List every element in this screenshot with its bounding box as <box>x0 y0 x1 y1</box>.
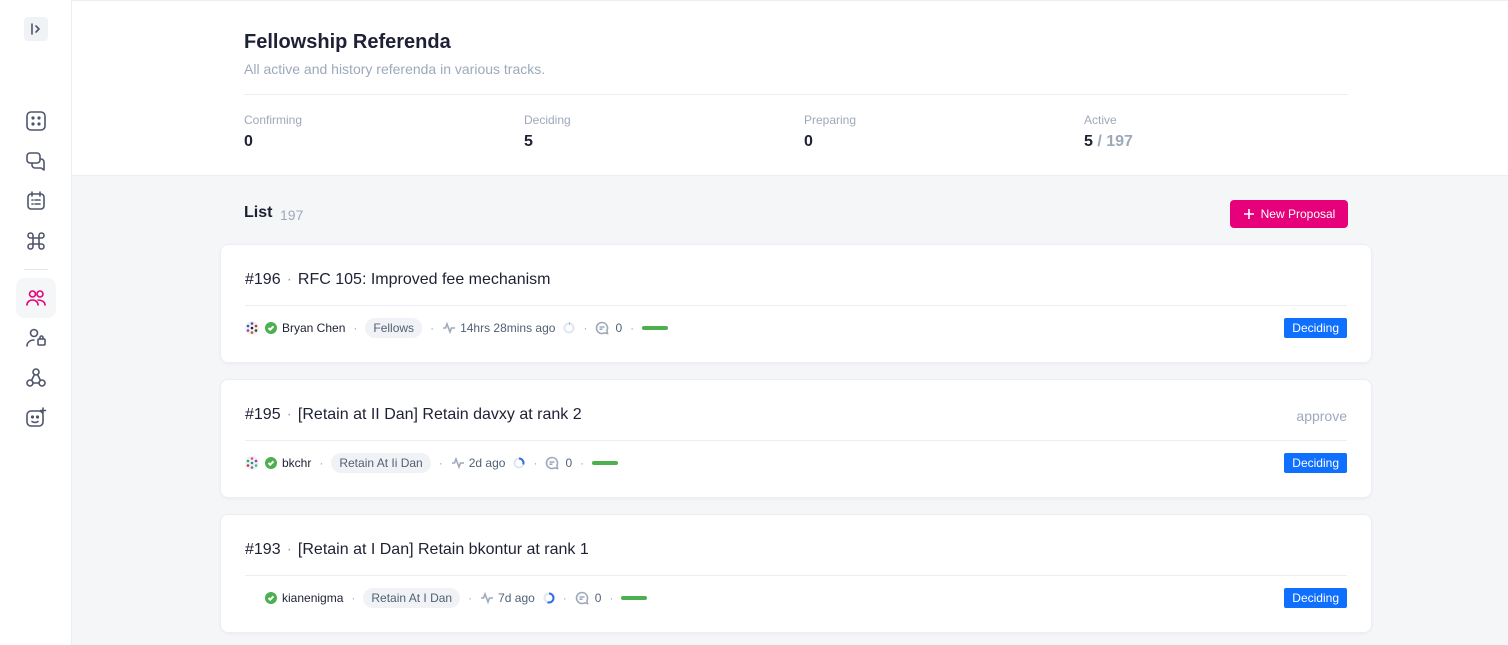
network-icon[interactable] <box>16 358 56 398</box>
stat-label: Active <box>1084 113 1117 127</box>
new-proposal-button[interactable]: New Proposal <box>1230 200 1348 228</box>
list-title: List <box>244 204 273 221</box>
track-tag[interactable]: Fellows <box>365 318 423 338</box>
status-badge: Deciding <box>1284 318 1347 338</box>
avatar[interactable] <box>245 456 259 470</box>
referendum-title-row[interactable]: #195 · [Retain at II Dan] Retain davxy at … <box>245 406 582 424</box>
verified-icon <box>265 457 277 469</box>
stat-value: 0 <box>804 133 813 150</box>
stat-active: Active 5 / 197 <box>1084 112 1133 152</box>
activity-icon <box>481 591 494 605</box>
stat-preparing: Preparing 0 <box>804 112 856 152</box>
time-ago: 7d ago <box>498 591 535 605</box>
page-description: All active and history referenda in vari… <box>244 61 546 77</box>
referendum-meta: Bryan Chen · Fellows · 14hrs 28mins ago … <box>245 317 669 339</box>
tally-bar <box>621 596 648 600</box>
salary-icon[interactable] <box>16 398 56 438</box>
comment-count: 0 <box>565 456 573 470</box>
comment-count: 0 <box>594 591 602 605</box>
card-divider <box>245 305 1347 306</box>
verified-icon <box>265 592 277 604</box>
decision-progress-icon <box>543 592 555 604</box>
comment-icon <box>575 591 589 605</box>
stat-label: Deciding <box>524 113 571 127</box>
plus-icon <box>1243 209 1254 219</box>
author-name[interactable]: Bryan Chen <box>282 321 345 335</box>
comment-count: 0 <box>615 321 623 335</box>
discussions-icon[interactable] <box>16 141 56 181</box>
sidebar <box>0 0 72 645</box>
author-name[interactable]: bkchr <box>282 456 311 470</box>
fellowship-icon[interactable] <box>16 278 56 318</box>
stat-deciding: Deciding 5 <box>524 112 571 152</box>
track-tag[interactable]: Retain At I Dan <box>363 588 461 608</box>
decision-progress-icon <box>563 322 575 334</box>
activity-icon <box>451 456 464 470</box>
tally-bar <box>592 461 619 465</box>
referendum-title[interactable]: RFC 105: Improved fee mechanism <box>298 271 551 288</box>
referendum-title[interactable]: [Retain at II Dan] Retain davxy at rank … <box>298 406 582 423</box>
status-badge: Deciding <box>1284 588 1347 608</box>
time-ago: 2d ago <box>468 456 506 470</box>
referendum-index: #193 <box>245 541 281 558</box>
stat-active-total: / 197 <box>1097 133 1133 150</box>
list-count: 197 <box>280 207 304 223</box>
stat-active-count: 5 <box>1084 133 1093 150</box>
referendum-index: #195 <box>245 406 281 423</box>
referendum-title[interactable]: [Retain at I Dan] Retain bkontur at rank… <box>298 541 589 558</box>
tally-bar <box>642 326 669 330</box>
status-badge: Deciding <box>1284 453 1347 473</box>
track-tag[interactable]: Retain At Ii Dan <box>331 453 431 473</box>
time-ago: 14hrs 28mins ago <box>460 321 556 335</box>
stat-confirming: Confirming 0 <box>244 112 302 152</box>
card-divider <box>245 575 1347 576</box>
decision-progress-icon <box>513 457 525 469</box>
card-divider <box>245 440 1347 441</box>
comment-icon <box>596 321 609 335</box>
page-title: Fellowship Referenda <box>244 31 451 53</box>
referendum-card[interactable]: #193 · [Retain at I Dan] Retain bkontur at… <box>220 514 1372 633</box>
command-icon[interactable] <box>16 221 56 261</box>
members-icon[interactable] <box>16 318 56 358</box>
stat-label: Confirming <box>244 113 303 127</box>
referendum-meta: kianenigma · Retain At I Dan · 7d ago · … <box>245 587 648 609</box>
calendar-icon[interactable] <box>16 181 56 221</box>
verified-icon <box>265 322 277 334</box>
referendum-card[interactable]: #196 · RFC 105: Improved fee mechanism Bry… <box>220 244 1372 363</box>
referendum-card[interactable]: #195 · [Retain at II Dan] Retain davxy at … <box>220 379 1372 498</box>
avatar[interactable] <box>245 321 259 335</box>
referendum-result: approve <box>1296 408 1347 424</box>
referendum-title-row[interactable]: #196 · RFC 105: Improved fee mechanism <box>245 271 550 289</box>
referendum-title-row[interactable]: #193 · [Retain at I Dan] Retain bkontur at… <box>245 541 589 559</box>
stat-label: Preparing <box>804 113 857 127</box>
referendum-meta: bkchr · Retain At Ii Dan · 2d ago · 0 · <box>245 452 619 474</box>
stat-value: 5 / 197 <box>1084 132 1133 152</box>
activity-icon <box>443 321 456 335</box>
comment-icon <box>546 456 559 470</box>
page-header: Fellowship Referenda All active and hist… <box>72 0 1508 176</box>
stat-value: 0 <box>244 133 253 150</box>
header-divider <box>244 94 1348 95</box>
new-proposal-label: New Proposal <box>1260 207 1336 221</box>
stat-value: 5 <box>524 133 533 150</box>
sidebar-toggle-icon[interactable] <box>24 17 48 41</box>
sidebar-divider <box>24 269 48 270</box>
referendum-index: #196 <box>245 271 281 288</box>
author-name[interactable]: kianenigma <box>282 591 343 605</box>
overview-icon[interactable] <box>16 101 56 141</box>
avatar[interactable] <box>245 591 259 605</box>
